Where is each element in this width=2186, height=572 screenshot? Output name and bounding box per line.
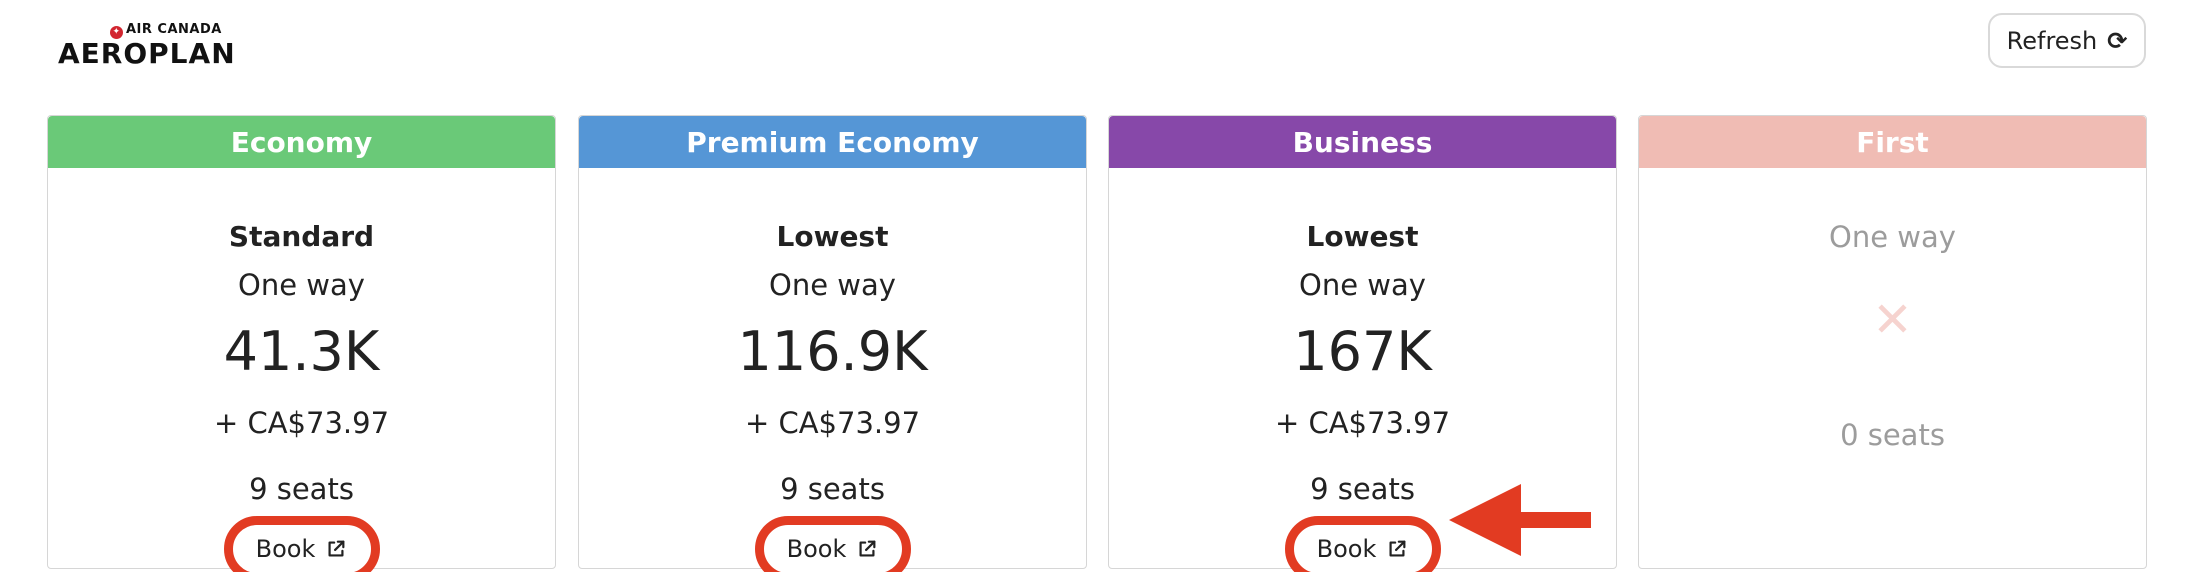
taxes-price: + CA$73.97 [213, 406, 390, 440]
card-body: One way ✕ 0 seats [1639, 168, 2146, 568]
fare-card-economy: Economy Standard One way 41.3K + CA$73.9… [47, 115, 556, 572]
x-icon: ✕ [1872, 292, 1913, 348]
fare-type: Standard [228, 220, 375, 253]
page: ✦ AIR CANADA AEROPLAN Refresh ⟳ Economy S… [0, 0, 2186, 572]
card-body: Lowest One way 116.9K + CA$73.97 9 seats… [579, 168, 1086, 572]
seats-available: 9 seats [780, 472, 885, 506]
cabin-header: Economy [48, 116, 555, 168]
aeroplan-logo[interactable]: ✦ AIR CANADA AEROPLAN [58, 22, 235, 70]
seats-available: 9 seats [249, 472, 354, 506]
fare-type: Lowest [776, 220, 889, 253]
card-body: Standard One way 41.3K + CA$73.97 9 seat… [48, 168, 555, 572]
fare-card-first: First One way ✕ 0 seats [1638, 115, 2147, 569]
refresh-button[interactable]: Refresh ⟳ [1988, 13, 2146, 68]
points-price: 41.3K [223, 320, 380, 383]
fare-type: Lowest [1306, 220, 1419, 253]
book-button[interactable]: Book [223, 516, 380, 572]
taxes-price: + CA$73.97 [744, 406, 921, 440]
logo-top-text: AIR CANADA [126, 22, 222, 37]
refresh-icon: ⟳ [2107, 26, 2128, 55]
points-price: 116.9K [737, 320, 928, 383]
annotation-arrow-icon [1449, 484, 1591, 556]
cabin-header: Premium Economy [579, 116, 1086, 168]
cabin-header: Business [1109, 116, 1616, 168]
points-price: 167K [1293, 320, 1432, 383]
taxes-price: + CA$73.97 [1274, 406, 1451, 440]
seats-available: 0 seats [1840, 418, 1945, 452]
fare-card-premium-economy: Premium Economy Lowest One way 116.9K + … [578, 115, 1087, 572]
trip-type: One way [1829, 220, 1956, 254]
external-link-icon [859, 540, 876, 557]
external-link-icon [1389, 540, 1406, 557]
book-button[interactable]: Book [754, 516, 911, 572]
trip-type: One way [238, 268, 365, 302]
refresh-label: Refresh [2006, 26, 2098, 55]
book-button[interactable]: Book [1284, 516, 1441, 572]
book-label: Book [786, 535, 847, 563]
trip-type: One way [769, 268, 896, 302]
cabin-header: First [1639, 116, 2146, 168]
book-label: Book [255, 535, 316, 563]
logo-main-text: AEROPLAN [58, 37, 236, 70]
book-label: Book [1316, 535, 1377, 563]
trip-type: One way [1299, 268, 1426, 302]
external-link-icon [328, 540, 345, 557]
